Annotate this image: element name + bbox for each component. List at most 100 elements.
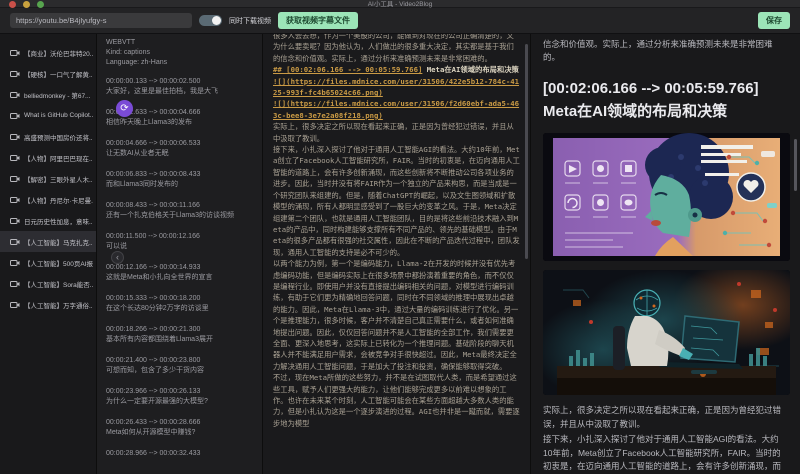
video-title-label: 【人物】阿里巴巴现在... xyxy=(24,153,93,163)
cue-text: 让无数AI从业者无眠 xyxy=(106,149,254,159)
video-title-label: 【人工智能】马克扎克... xyxy=(24,237,93,247)
markdown-text: ![](https://files.mdnice.com/user/31506/… xyxy=(273,77,519,97)
preview-section-heading: [00:02:06.166 --> 00:05:59.766] Meta在AI领… xyxy=(543,77,788,123)
subtitle-cue: 00:00:04.666 --> 00:00:06.533 让无数AI从业者无眠 xyxy=(106,139,254,159)
preview-panel: 信念和价值观。实际上，通过分析来准确预测未来是非常困难的。 [00:02:06.… xyxy=(531,34,800,474)
video-title-label: 【人工智能】万字通俗... xyxy=(24,300,93,310)
download-video-toggle-label: 同时下载视频 xyxy=(229,16,271,26)
video-list-item[interactable]: What is GitHub Copilot... xyxy=(0,105,96,126)
cue-timestamp: 00:00:28.966 --> 00:00:32.433 xyxy=(106,449,254,459)
markdown-block: ![](https://files.mdnice.com/user/31506/… xyxy=(273,76,520,99)
markdown-text: 实际上，很多决定之所以现在看起来正确，正是因为曾经犯过错误，并且从中汲取了教训。 xyxy=(273,122,514,142)
preview-paragraph-top: 信念和价值观。实际上，通过分析来准确预测未来是非常困难的。 xyxy=(543,38,788,64)
fetch-subtitles-button[interactable]: 获取视频字幕文件 xyxy=(278,12,358,29)
markdown-text: 很多人会去想，作为一个美股的公司，能做到对现在的公司正确清楚的，又为什么要卖呢？… xyxy=(273,34,514,63)
cue-timestamp: 00:00:04.666 --> 00:00:06.533 xyxy=(106,139,254,149)
toolbar: 同时下载视频 获取视频字幕文件 保存 xyxy=(0,8,800,34)
sidebar-collapse-button[interactable]: ‹ xyxy=(111,251,124,264)
video-title-label: 【解密】三眼外星人木... xyxy=(24,174,93,184)
editor-scrollbar[interactable] xyxy=(525,44,528,259)
video-camera-icon xyxy=(10,238,20,246)
video-list-item[interactable]: 【商业】沃伦巴菲特20... xyxy=(0,42,96,63)
window-title: AI小工具 - Video2Blog xyxy=(0,0,800,9)
subtitle-cue: 00:00:11.500 --> 00:00:12.166 可以说 xyxy=(106,232,254,252)
markdown-block: 以两个能力为例，第一个是编码能力，Llama-2在开发的时候并没有优先考虑编码功… xyxy=(273,258,520,372)
cue-text: Meta如何从开源模型中赚钱? xyxy=(106,428,254,438)
video-title-label: 【人工智能】Sora能否... xyxy=(24,279,93,289)
subtitle-cue: 00:00:12.166 --> 00:00:14.933 这就是Meta和小扎… xyxy=(106,263,254,283)
video-camera-icon xyxy=(10,217,20,225)
preview-scrollbar[interactable] xyxy=(794,139,797,191)
cue-list: 00:00:00.133 --> 00:00:02.500 大家好，这里是最佳拍… xyxy=(106,77,254,459)
video-list-item[interactable]: 日元历史性加息，意味... xyxy=(0,210,96,231)
cue-timestamp: 00:00:08.433 --> 00:00:11.166 xyxy=(106,201,254,211)
video-list-item[interactable]: 【硬核】一口气了解黄... xyxy=(0,63,96,84)
ai-action-floating-button[interactable]: ⟳ xyxy=(116,100,133,117)
video-camera-icon xyxy=(10,280,20,288)
preview-image-cyborg-at-laptop xyxy=(543,270,790,395)
video-list-item[interactable]: 【人工智能】500页AI报... xyxy=(0,252,96,273)
cue-timestamp: 00:00:12.166 --> 00:00:14.933 xyxy=(106,263,254,273)
cue-timestamp: 00:00:15.333 --> 00:00:18.200 xyxy=(106,294,254,304)
subtitle-cue: 00:00:26.433 --> 00:00:28.666 Meta如何从开源模… xyxy=(106,418,254,438)
cue-timestamp: 00:00:26.433 --> 00:00:28.666 xyxy=(106,418,254,428)
video-camera-icon xyxy=(10,301,20,309)
preview-paragraph-1: 实际上，很多决定之所以现在看起来正确，正是因为曾经犯过错误，并且从中汲取了教训。 xyxy=(543,404,788,431)
subtitle-cue: 00:00:18.266 --> 00:00:21.300 基本所有内容都围绕着… xyxy=(106,325,254,345)
video-title-label: What is GitHub Copilot... xyxy=(24,112,93,119)
title-bar: AI小工具 - Video2Blog xyxy=(0,0,800,8)
save-button[interactable]: 保存 xyxy=(758,12,790,29)
video-url-input[interactable] xyxy=(10,13,192,28)
video-camera-icon xyxy=(10,175,20,183)
video-list-item[interactable]: 【人工智能】万字通俗... xyxy=(0,294,96,315)
cue-text: 大家好，这里是最佳拍档，我是大飞 xyxy=(106,87,254,97)
cue-timestamp: 00:00:06.833 --> 00:00:08.433 xyxy=(106,170,254,180)
video-camera-icon xyxy=(10,133,20,141)
subtitle-cue: 00:00:28.966 --> 00:00:32.433 xyxy=(106,449,254,459)
chevron-left-icon: ‹ xyxy=(116,252,119,262)
video-camera-icon xyxy=(10,70,20,78)
video-camera-icon xyxy=(10,49,20,57)
markdown-block: 很多人会去想，作为一个美股的公司，能做到对现在的公司正确清楚的，又为什么要卖呢？… xyxy=(273,34,520,64)
video-title-label: 【商业】沃伦巴菲特20... xyxy=(24,48,93,58)
video-list-item[interactable]: 【人物】丹尼尔·卡尼曼... xyxy=(0,189,96,210)
cue-text: 相信昨天晚上Llama3的发布 xyxy=(106,118,254,128)
video-list-item[interactable]: belliedmonkey - 第67... xyxy=(0,84,96,105)
cue-text: 可想而知，包含了多少干货内容 xyxy=(106,366,254,376)
vtt-language-line: Language: zh-Hans xyxy=(106,58,254,68)
video-list-item[interactable]: 高盛预测中国房价还将... xyxy=(0,126,96,147)
video-camera-icon xyxy=(10,259,20,267)
video-list-sidebar: 【商业】沃伦巴菲特20... 【硬核】一口气了解黄... belliedmo xyxy=(0,34,97,474)
video-list-item[interactable]: 【人物】阿里巴巴现在... xyxy=(0,147,96,168)
cue-text: 可以说 xyxy=(106,242,254,252)
markdown-block: 实际上，很多决定之所以现在看起来正确，正是因为曾经犯过错误，并且从中汲取了教训。 xyxy=(273,121,520,144)
markdown-editor-panel[interactable]: 很多人会去想，作为一个美股的公司，能做到对现在的公司正确清楚的，又为什么要卖呢？… xyxy=(263,34,531,474)
video-list-item[interactable]: 【人工智能】马克扎克... xyxy=(0,231,96,252)
markdown-heading-prefix: ## [00:02:06.166 --> 00:05:59.766] xyxy=(273,65,422,74)
cue-text: 基本所有内容都围绕着Llama3展开 xyxy=(106,335,254,345)
subtitle-cue: 00:00:06.833 --> 00:00:08.433 而和Llama3同时… xyxy=(106,170,254,190)
video-title-label: 日元历史性加息，意味... xyxy=(24,216,93,226)
cue-text: 在这个长达80分钟2万字的访谈里 xyxy=(106,304,254,314)
subtitle-cue: 00:00:08.433 --> 00:00:11.166 还有一个扎克伯格关于… xyxy=(106,201,254,221)
cue-text: 还有一个扎克伯格关于Llama3的访谈视频 xyxy=(106,211,254,221)
video-list-item[interactable]: 【解密】三眼外星人木... xyxy=(0,168,96,189)
cue-text: 而和Llama3同时发布的 xyxy=(106,180,254,190)
video-title-label: 高盛预测中国房价还将... xyxy=(24,132,93,142)
markdown-text: 以两个能力为例，第一个是编码能力，Llama-2在开发的时候并没有优先考虑编码功… xyxy=(273,259,518,371)
subtitle-cue: 00:00:15.333 --> 00:00:18.200 在这个长达80分钟2… xyxy=(106,294,254,314)
markdown-block: ![](https://files.mdnice.com/user/31506/… xyxy=(273,98,520,121)
download-video-toggle[interactable] xyxy=(199,15,222,26)
preview-image-ai-woman-profile xyxy=(543,133,790,261)
cue-text: 为什么一定要开源最强的大模型? xyxy=(106,397,254,407)
refresh-icon: ⟳ xyxy=(120,103,128,114)
markdown-block: ## [00:02:06.166 --> 00:05:59.766] Meta在… xyxy=(273,64,520,75)
markdown-block: 不过，现在Meta所做的这些努力，并不是在试图取代人类，而是希望通过这些工具，赋… xyxy=(273,372,520,429)
vtt-header: WEBVTT Kind: captions Language: zh-Hans xyxy=(106,38,254,68)
video-title-label: 【硬核】一口气了解黄... xyxy=(24,69,93,79)
video-list-item[interactable]: 【人工智能】Sora能否... xyxy=(0,273,96,294)
markdown-text: 不过，现在Meta所做的这些努力，并不是在试图取代人类，而是希望通过这些工具，赋… xyxy=(273,373,520,428)
subtitle-cue: 00:00:21.400 --> 00:00:23.800 可想而知，包含了多少… xyxy=(106,356,254,376)
cue-timestamp: 00:00:21.400 --> 00:00:23.800 xyxy=(106,356,254,366)
cue-timestamp: 00:00:00.133 --> 00:00:02.500 xyxy=(106,77,254,87)
